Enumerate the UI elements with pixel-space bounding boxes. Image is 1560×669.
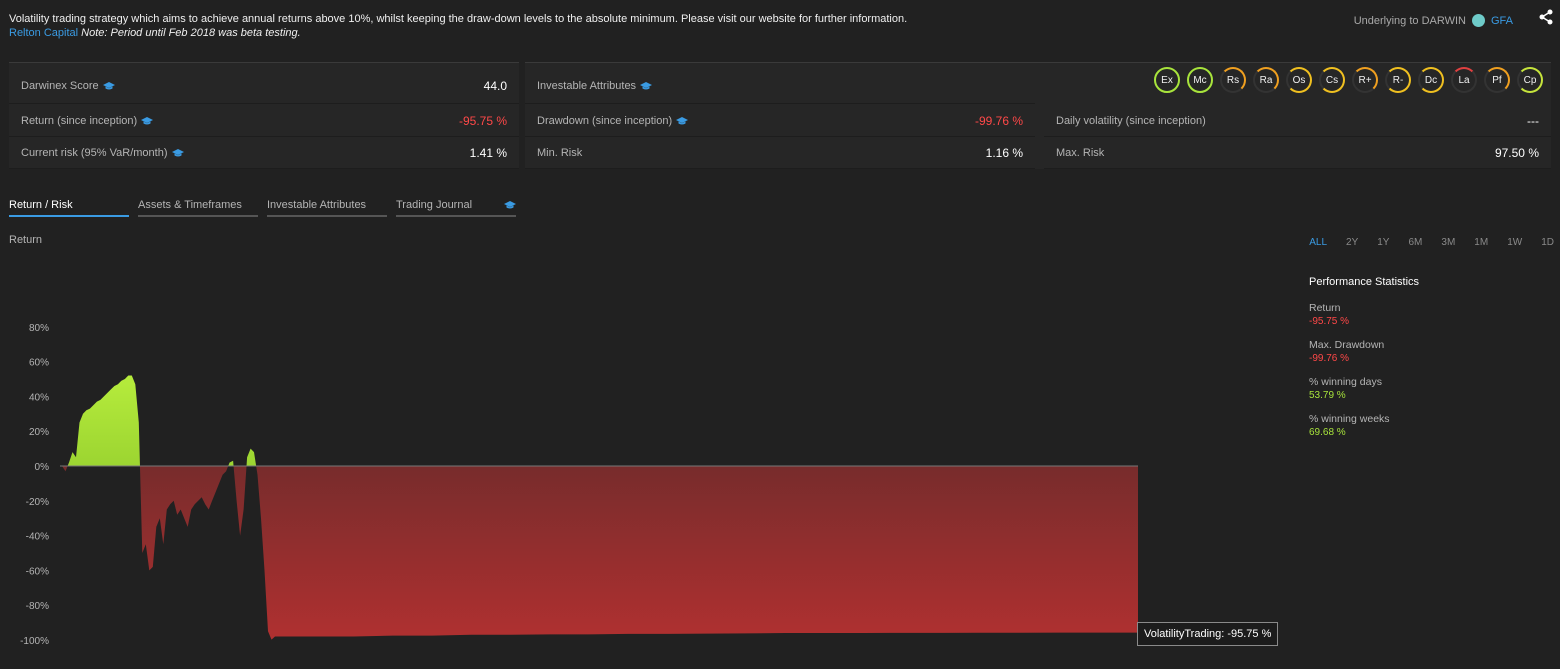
- chart-title: Return: [9, 234, 43, 246]
- trading-journal-label: Trading Journal: [396, 199, 473, 211]
- badge-os[interactable]: Os: [1286, 67, 1312, 93]
- tab-investable-attributes[interactable]: Investable Attributes: [267, 197, 387, 217]
- stat-drawdown: Drawdown (since inception) -99.76 %: [525, 105, 1035, 137]
- badge-cs[interactable]: Cs: [1319, 67, 1345, 93]
- graduation-cap-icon[interactable]: [171, 148, 184, 157]
- range-3m[interactable]: 3M: [1441, 237, 1455, 248]
- perf-drawdown-value: -99.76 %: [1309, 353, 1350, 364]
- range-all[interactable]: ALL: [1309, 237, 1327, 248]
- stat-current-risk: Current risk (95% VaR/month) 1.41 %: [9, 137, 519, 169]
- performance-statistics: Performance Statistics Return -95.75 % M…: [1309, 276, 1509, 450]
- y-tick-label: 80%: [29, 323, 49, 334]
- tab-trading-journal[interactable]: Trading Journal: [396, 197, 516, 217]
- y-tick-label: -60%: [26, 566, 49, 577]
- drawdown-value: -99.76 %: [974, 113, 1023, 128]
- return-label: Return (since inception): [21, 114, 138, 127]
- y-tick-label: -40%: [26, 532, 49, 543]
- tab-assets-timeframes[interactable]: Assets & Timeframes: [138, 197, 258, 217]
- y-tick-label: 60%: [29, 358, 49, 369]
- negative-area: [62, 466, 1138, 640]
- volatility-value: ---: [1527, 113, 1539, 128]
- score-label: Darwinex Score: [21, 79, 99, 92]
- perf-return-value: -95.75 %: [1309, 316, 1350, 327]
- stats-box-left: Darwinex Score 44.0 Return (since incept…: [9, 62, 519, 169]
- tab-return-risk[interactable]: Return / Risk: [9, 197, 129, 217]
- y-tick-label: -20%: [26, 497, 49, 508]
- y-tick-label: -80%: [26, 601, 49, 612]
- share-icon[interactable]: [1538, 9, 1554, 25]
- perf-windays-label: % winning days: [1309, 376, 1382, 388]
- badge-r-minus[interactable]: R-: [1385, 67, 1411, 93]
- badge-ex[interactable]: Ex: [1154, 67, 1180, 93]
- range-2y[interactable]: 2Y: [1346, 237, 1358, 248]
- perf-winweeks-value: 69.68 %: [1309, 427, 1346, 438]
- underlying-label: Underlying to DARWIN: [1353, 14, 1466, 27]
- underlying-darwin: Underlying to DARWIN GFA: [1354, 14, 1513, 27]
- perf-windays-value: 53.79 %: [1309, 390, 1346, 401]
- volatility-label: Daily volatility (since inception): [1056, 114, 1206, 127]
- company-link[interactable]: Relton Capital: [9, 27, 78, 39]
- badge-ra[interactable]: Ra: [1253, 67, 1279, 93]
- stat-darwinex-score: Darwinex Score 44.0: [9, 68, 519, 104]
- y-tick-label: 20%: [29, 427, 49, 438]
- minrisk-value: 1.16 %: [985, 145, 1023, 160]
- badge-rs[interactable]: Rs: [1220, 67, 1246, 93]
- performance-title: Performance Statistics: [1309, 276, 1420, 288]
- perf-drawdown-label: Max. Drawdown: [1309, 339, 1385, 351]
- badge-r-plus[interactable]: R+: [1352, 67, 1378, 93]
- range-1y[interactable]: 1Y: [1377, 237, 1389, 248]
- stat-daily-volatility: Daily volatility (since inception) ---: [1044, 105, 1551, 137]
- description-text: Volatility trading strategy which aims t…: [9, 13, 908, 25]
- badge-pf[interactable]: Pf: [1484, 67, 1510, 93]
- darwin-dot-icon: [1471, 14, 1485, 27]
- y-tick-label: 0%: [35, 462, 50, 473]
- perf-return-label: Return: [1309, 302, 1341, 314]
- stat-return: Return (since inception) -95.75 %: [9, 105, 519, 137]
- drawdown-label: Drawdown (since inception): [537, 114, 673, 127]
- range-1d[interactable]: 1D: [1541, 237, 1554, 248]
- stat-min-risk: Min. Risk 1.16 %: [525, 137, 1035, 169]
- y-tick-label: -100%: [20, 636, 49, 647]
- attribute-badges: Ex Mc Rs Ra Os Cs R+ R- Dc La Pf Cp: [1154, 67, 1543, 93]
- stat-max-risk: Max. Risk 97.50 %: [1044, 137, 1551, 169]
- chart-tabs: Return / Risk Assets & Timeframes Invest…: [9, 197, 516, 217]
- badge-la[interactable]: La: [1451, 67, 1477, 93]
- darwin-code-link[interactable]: GFA: [1491, 15, 1513, 27]
- graduation-cap-icon[interactable]: [102, 81, 115, 90]
- chart-tooltip: VolatilityTrading: -95.75 %: [1137, 622, 1279, 646]
- strategy-description: Volatility trading strategy which aims t…: [9, 12, 907, 40]
- stat-investable-attributes: Investable Attributes: [525, 68, 1035, 104]
- badge-mc[interactable]: Mc: [1187, 67, 1213, 93]
- maxrisk-label: Max. Risk: [1056, 146, 1105, 159]
- risk-label: Current risk (95% VaR/month): [21, 146, 168, 159]
- range-1w[interactable]: 1W: [1507, 237, 1522, 248]
- badge-dc[interactable]: Dc: [1418, 67, 1444, 93]
- return-value: -95.75 %: [458, 113, 507, 128]
- y-tick-label: 40%: [29, 392, 49, 403]
- attr-label: Investable Attributes: [537, 79, 637, 92]
- range-6m[interactable]: 6M: [1408, 237, 1422, 248]
- maxrisk-value: 97.50 %: [1494, 145, 1539, 160]
- badge-cp[interactable]: Cp: [1517, 67, 1543, 93]
- range-1m[interactable]: 1M: [1474, 237, 1488, 248]
- return-chart[interactable]: 80% 60% 40% 20% 0% -20% -40% -60% -80% -100%: [0, 300, 1300, 669]
- score-value: 44.0: [483, 78, 507, 93]
- y-axis: 80% 60% 40% 20% 0% -20% -40% -60% -80% -100%: [20, 323, 49, 647]
- time-range-selector: ALL 2Y 1Y 6M 3M 1M 1W 1D: [1309, 237, 1554, 248]
- perf-winweeks-label: % winning weeks: [1309, 413, 1390, 425]
- graduation-cap-icon[interactable]: [504, 201, 516, 209]
- graduation-cap-icon[interactable]: [141, 116, 154, 125]
- beta-note: Note: Period until Feb 2018 was beta tes…: [81, 27, 301, 39]
- graduation-cap-icon[interactable]: [676, 116, 689, 125]
- graduation-cap-icon[interactable]: [640, 81, 653, 90]
- risk-value: 1.41 %: [469, 145, 507, 160]
- minrisk-label: Min. Risk: [537, 146, 583, 159]
